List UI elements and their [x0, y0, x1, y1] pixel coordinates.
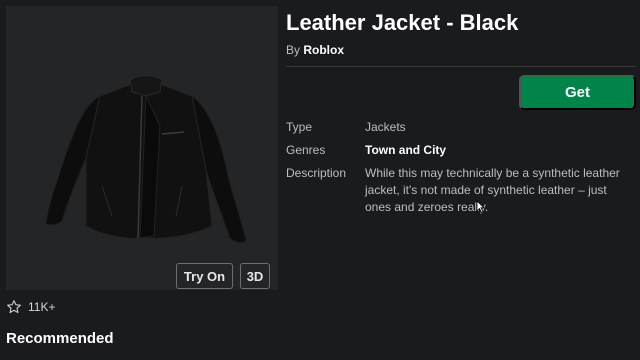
recommended-heading: Recommended: [6, 330, 114, 347]
favorites-row: 11K+: [6, 297, 55, 317]
star-outline-icon[interactable]: [6, 299, 22, 315]
divider: [286, 66, 636, 67]
mouse-cursor-icon: [476, 200, 485, 213]
by-prefix: By: [286, 43, 301, 57]
creator-byline: By Roblox: [286, 43, 344, 57]
get-button[interactable]: Get: [519, 75, 636, 110]
genres-value[interactable]: Town and City: [365, 143, 446, 157]
type-label: Type: [286, 120, 313, 134]
try-on-button[interactable]: Try On: [176, 263, 233, 289]
description-text: While this may technically be a syntheti…: [365, 166, 620, 214]
creator-link[interactable]: Roblox: [303, 43, 344, 57]
item-title: Leather Jacket - Black: [286, 10, 519, 35]
favorite-count: 11K+: [28, 300, 56, 314]
3d-view-button[interactable]: 3D: [240, 263, 270, 289]
description-label: Description: [286, 166, 347, 180]
genres-label: Genres: [286, 143, 326, 157]
item-thumbnail: Try On 3D: [6, 6, 278, 290]
type-value: Jackets: [365, 120, 406, 134]
leather-jacket-image: [45, 75, 247, 243]
